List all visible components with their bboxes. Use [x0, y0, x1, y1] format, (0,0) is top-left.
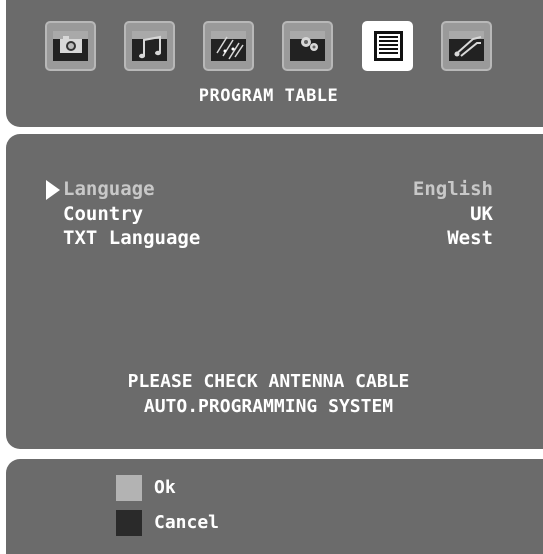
- setting-value[interactable]: UK: [470, 203, 493, 225]
- setting-label: Language: [63, 178, 155, 200]
- setting-value[interactable]: West: [447, 227, 493, 249]
- tab-program-table[interactable]: [362, 21, 413, 71]
- setting-row-language[interactable]: Language English: [63, 178, 493, 202]
- message-line-2: AUTO.PROGRAMMING SYSTEM: [143, 396, 394, 417]
- cancel-key-icon[interactable]: [116, 510, 142, 536]
- message-line-1: PLEASE CHECK ANTENNA CABLE: [127, 371, 410, 392]
- cancel-label[interactable]: Cancel: [154, 512, 219, 533]
- features-icon: [216, 36, 244, 60]
- tab-picture[interactable]: [45, 21, 96, 71]
- selection-cursor-icon: [46, 180, 60, 200]
- install-icon: [301, 37, 318, 51]
- tab-install[interactable]: [282, 21, 333, 71]
- footer-panel: [6, 459, 543, 554]
- setting-label: TXT Language: [63, 227, 201, 249]
- setting-row-txt-language[interactable]: TXT Language West: [63, 227, 493, 251]
- program-table-icon: [374, 31, 403, 61]
- ok-key-icon[interactable]: [116, 475, 142, 501]
- tab-sound[interactable]: [124, 21, 175, 71]
- source-icon: [454, 36, 482, 57]
- camera-icon: [60, 36, 82, 53]
- tab-source[interactable]: [441, 21, 492, 71]
- setting-label: Country: [63, 203, 144, 225]
- ok-label[interactable]: Ok: [154, 477, 176, 498]
- tab-features[interactable]: [203, 21, 254, 71]
- menu-title: PROGRAM TABLE: [198, 86, 339, 106]
- music-note-icon: [139, 35, 161, 59]
- setting-row-country[interactable]: Country UK: [63, 203, 493, 227]
- setting-value[interactable]: English: [413, 178, 493, 200]
